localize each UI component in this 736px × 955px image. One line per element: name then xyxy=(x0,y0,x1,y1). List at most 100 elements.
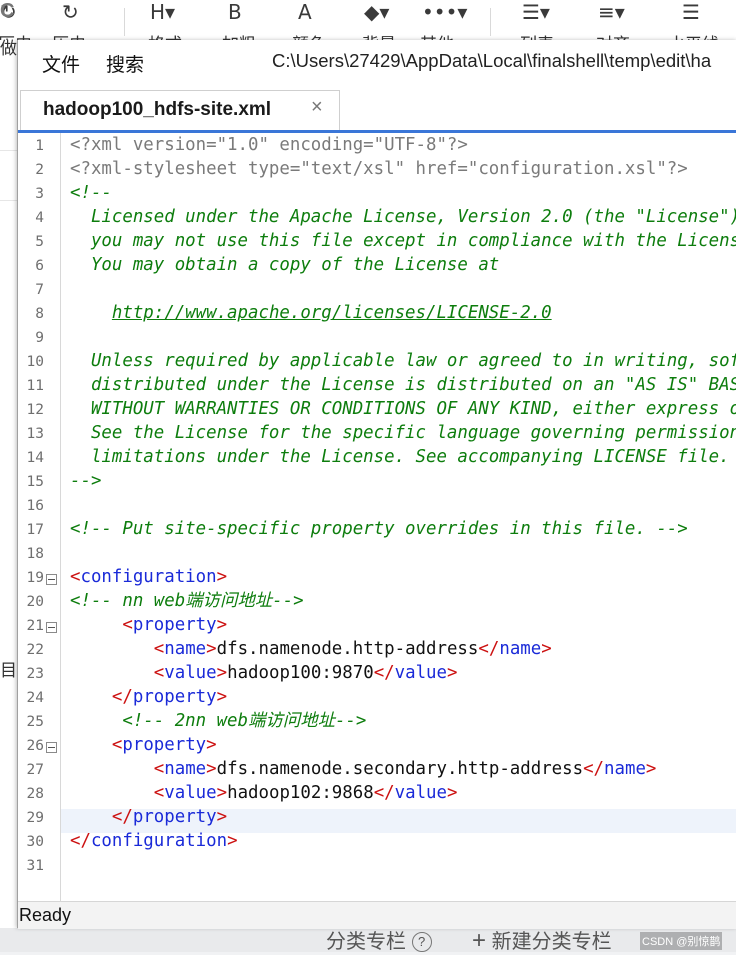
code-line: <!-- 2nn web端访问地址--> xyxy=(70,709,366,733)
watermark: CSDN @别惊鹊 xyxy=(640,932,723,950)
tag-text: hadoop100:9870 xyxy=(227,663,374,683)
comment-text: <!-- 2nn web端访问地址--> xyxy=(122,711,367,731)
file-path: C:\Users\27429\AppData\Local\finalshell\… xyxy=(272,50,712,71)
horizontal-line-glyph: ☰ xyxy=(682,0,700,24)
bracket: > xyxy=(216,807,228,827)
line-number: 4 xyxy=(35,210,44,226)
tag-name: name xyxy=(164,639,207,659)
more-icon[interactable]: •••▾其他 xyxy=(420,0,468,55)
panel-divider xyxy=(0,150,18,151)
line-number: 7 xyxy=(35,282,44,298)
bracket: > xyxy=(206,735,217,755)
new-category-button[interactable]: + 新建分类专栏 xyxy=(472,925,612,955)
list-icon[interactable]: ☰▾列表 xyxy=(520,0,554,55)
more-glyph: •••▾ xyxy=(422,0,468,24)
line-number: 23 xyxy=(26,666,44,682)
align-glyph: ≡▾ xyxy=(598,0,625,24)
code-line: limitations under the License. See accom… xyxy=(70,447,730,467)
line-number: 22 xyxy=(26,642,44,658)
horizontal-line-icon[interactable]: ☰水平线 xyxy=(668,0,719,55)
fold-toggle-icon[interactable] xyxy=(46,622,57,633)
url-indent xyxy=(70,303,112,323)
line-number: 27 xyxy=(26,762,44,778)
bold-icon[interactable]: B加粗 xyxy=(222,0,256,55)
code-line: <?xml-stylesheet type="text/xsl" href="c… xyxy=(70,159,688,179)
line-number: 16 xyxy=(26,498,44,514)
menu-search[interactable]: 搜索 xyxy=(106,50,144,77)
code-line: <!-- Put site-specific property override… xyxy=(70,519,688,539)
line-number: 10 xyxy=(26,354,44,370)
fold-toggle-icon[interactable] xyxy=(46,742,57,753)
category-column-text: 分类专栏 xyxy=(326,931,406,953)
bracket: </ xyxy=(373,783,395,803)
bracket: > xyxy=(645,759,657,779)
line-number: 28 xyxy=(26,786,44,802)
menu-bar: 文件 搜索 C:\Users\27429\AppData\Local\final… xyxy=(18,40,736,84)
heading-icon[interactable]: H▾格式 xyxy=(148,0,182,55)
line-number: 9 xyxy=(35,330,44,346)
code-line: distributed under the License is distrib… xyxy=(70,375,736,395)
font-color-glyph: A xyxy=(298,0,312,24)
toolbar-divider xyxy=(124,8,125,36)
help-icon[interactable]: ? xyxy=(411,932,432,952)
new-category-label: 新建分类专栏 xyxy=(491,931,612,953)
line-number: 18 xyxy=(26,546,44,562)
line-number: 3 xyxy=(35,186,44,202)
fold-toggle-icon[interactable] xyxy=(46,574,57,585)
code-line: <!-- nn web端访问地址--> xyxy=(70,591,304,611)
status-text: Ready xyxy=(19,905,72,925)
bracket: < xyxy=(153,783,165,803)
line-number: 24 xyxy=(26,690,44,706)
code-line: </configuration> xyxy=(70,829,238,853)
bracket: > xyxy=(216,687,228,707)
bracket: > xyxy=(216,615,228,635)
bracket: < xyxy=(122,615,133,635)
fill-glyph: ◆▾ xyxy=(364,0,390,24)
bracket: </ xyxy=(478,639,500,659)
bold-glyph: B xyxy=(228,0,242,24)
code-line: <configuration> xyxy=(70,565,227,589)
tag-name: property xyxy=(132,615,217,635)
tag-name: property xyxy=(132,807,217,827)
history-glyph: ↻ xyxy=(62,0,79,24)
fill-icon[interactable]: ◆▾背景 xyxy=(362,0,396,55)
code-editor[interactable]: 1 2 3 4 5 6 7 8 9 10 11 12 13 14 15 16 1… xyxy=(18,133,736,901)
bracket: > xyxy=(447,663,458,683)
font-color-icon[interactable]: A颜色 xyxy=(292,0,326,55)
code-line: Unless required by applicable law or agr… xyxy=(70,351,736,371)
tag-name: property xyxy=(132,687,217,707)
history-icon[interactable]: ↻历史 xyxy=(52,0,86,55)
bracket: > xyxy=(216,663,228,683)
align-icon[interactable]: ≡▾对齐 xyxy=(596,0,630,55)
tab-bar: hadoop100_hdfs-site.xml × xyxy=(18,84,736,133)
tag-name: name xyxy=(604,759,646,779)
bracket: > xyxy=(216,567,228,587)
bracket: > xyxy=(447,783,458,803)
line-number: 25 xyxy=(26,714,44,730)
close-icon[interactable]: × xyxy=(311,96,323,119)
code-line: WITHOUT WARRANTIES OR CONDITIONS OF ANY … xyxy=(90,399,736,419)
tab-hadoop100-hdfs-site[interactable]: hadoop100_hdfs-site.xml × xyxy=(20,90,340,130)
line-number: 31 xyxy=(26,858,44,874)
code-line: Licensed under the Apache License, Versi… xyxy=(70,207,736,227)
tag-name: configuration xyxy=(80,567,217,587)
tag-name: value xyxy=(164,663,217,683)
panel-divider xyxy=(0,200,18,201)
bracket: < xyxy=(70,567,81,587)
line-number: 19 xyxy=(26,570,44,586)
code-line: <name>dfs.namenode.secondary.http-addres… xyxy=(70,757,657,781)
code-line: <?xml version="1.0" encoding="UTF-8"?> xyxy=(70,135,468,155)
editor-window: 文件 搜索 C:\Users\27429\AppData\Local\final… xyxy=(17,40,736,929)
bracket: </ xyxy=(111,807,133,827)
bracket: </ xyxy=(583,759,605,779)
background-left-char: 做 xyxy=(0,39,17,58)
code-line: </property> xyxy=(70,805,227,829)
code-line: </property> xyxy=(70,685,227,709)
line-number: 30 xyxy=(26,834,44,850)
license-link[interactable]: http://www.apache.org/licenses/LICENSE-2… xyxy=(112,303,552,323)
bracket: </ xyxy=(373,663,395,683)
line-number: 21 xyxy=(26,618,44,634)
code-line: <name>dfs.namenode.http-address</name> xyxy=(70,637,552,661)
code-line: <!-- xyxy=(70,183,112,203)
menu-file[interactable]: 文件 xyxy=(42,50,80,77)
